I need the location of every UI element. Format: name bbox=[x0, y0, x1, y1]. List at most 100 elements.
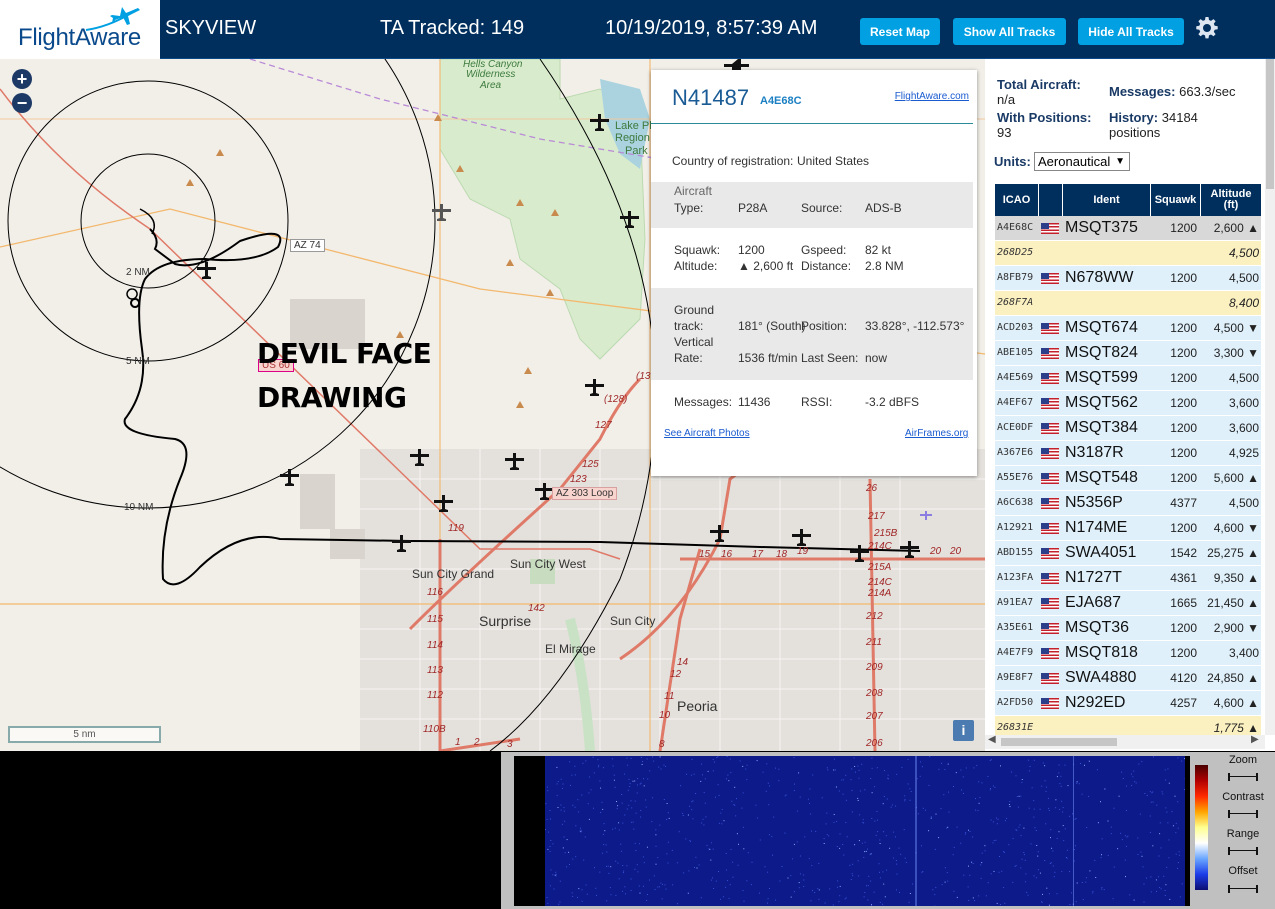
table-cell-icao: A4E569 bbox=[997, 372, 1034, 383]
table-row[interactable]: A4E68C MSQT375 1200 2,600 ▲ bbox=[995, 216, 1261, 241]
us-flag-icon bbox=[1041, 598, 1059, 609]
route-number: 2 bbox=[474, 737, 480, 748]
top-bar: FlightAware SKYVIEW TA Tracked: 149 10/1… bbox=[0, 0, 1275, 59]
contrast-slider[interactable] bbox=[1228, 810, 1258, 818]
table-cell-icao: ACE0DF bbox=[997, 422, 1034, 433]
table-cell-ident: N174ME bbox=[1065, 519, 1128, 536]
col-altitude[interactable]: Altitude (ft) bbox=[1201, 184, 1261, 216]
col-ident[interactable]: Ident bbox=[1063, 184, 1151, 216]
route-number: 3 bbox=[507, 739, 513, 750]
vrate-value: 1536 ft/min bbox=[738, 351, 798, 365]
table-cell-squawk: 4361 bbox=[1170, 571, 1197, 585]
zoom-in-button[interactable]: + bbox=[12, 69, 32, 89]
route-number: 20 bbox=[930, 546, 942, 557]
table-row[interactable]: A12921 N174ME 1200 4,600 ▼ bbox=[995, 516, 1261, 541]
source-label: Source: bbox=[801, 201, 843, 215]
table-row[interactable]: A4E569 MSQT599 1200 4,500 bbox=[995, 366, 1261, 391]
table-cell-altitude: 4,500 bbox=[1228, 246, 1259, 260]
us-flag-icon bbox=[1041, 398, 1059, 409]
zoom-slider[interactable] bbox=[1228, 773, 1258, 781]
table-cell-altitude: 8,400 bbox=[1228, 296, 1259, 310]
gspeed-value: 82 kt bbox=[865, 243, 892, 257]
place-label: Sun City bbox=[610, 614, 656, 628]
table-row[interactable]: 268D25 4,500 bbox=[995, 241, 1261, 266]
table-cell-altitude: 4,600 ▼ bbox=[1213, 521, 1259, 535]
table-row[interactable]: ABE105 MSQT824 1200 3,300 ▼ bbox=[995, 341, 1261, 366]
table-row[interactable]: A4E7F9 MSQT818 1200 3,400 bbox=[995, 641, 1261, 666]
table-row[interactable]: ACD203 MSQT674 1200 4,500 ▼ bbox=[995, 316, 1261, 341]
hide-all-tracks-button[interactable]: Hide All Tracks bbox=[1078, 18, 1184, 45]
scroll-left-icon[interactable]: ◀ bbox=[988, 734, 996, 745]
table-cell-altitude: 2,900 ▼ bbox=[1213, 621, 1259, 635]
table-cell-icao: A6C638 bbox=[997, 497, 1034, 508]
messages-rate-label: Messages: bbox=[1109, 84, 1176, 99]
flightaware-link[interactable]: FlightAware.com bbox=[895, 91, 969, 102]
table-cell-altitude: 5,600 ▲ bbox=[1213, 471, 1259, 485]
horizontal-scrollbar[interactable]: ◀ ▶ bbox=[985, 734, 1265, 749]
table-cell-squawk: 1200 bbox=[1170, 346, 1197, 360]
table-row[interactable]: A9E8F7 SWA4880 4120 24,850 ▲ bbox=[995, 666, 1261, 691]
table-cell-icao: 268F7A bbox=[997, 297, 1034, 308]
units-select[interactable]: Aeronautical ▼ bbox=[1034, 152, 1130, 171]
table-cell-squawk: 1200 bbox=[1170, 396, 1197, 410]
us-flag-icon bbox=[1041, 323, 1059, 334]
table-cell-icao: A367E6 bbox=[997, 447, 1034, 458]
table-row[interactable]: ABD155 SWA4051 1542 25,275 ▲ bbox=[995, 541, 1261, 566]
col-flag[interactable] bbox=[1039, 184, 1063, 216]
waterfall-display[interactable] bbox=[514, 756, 1190, 906]
table-row[interactable]: A6C638 N5356P 4377 4,500 bbox=[995, 491, 1261, 516]
route-number: (13 bbox=[636, 371, 651, 382]
route-number: 10 bbox=[659, 710, 671, 721]
vertical-scrollbar[interactable] bbox=[1265, 59, 1275, 735]
route-number: (128) bbox=[604, 394, 628, 405]
table-row[interactable]: A4EF67 MSQT562 1200 3,600 bbox=[995, 391, 1261, 416]
table-row[interactable]: A2FD50 N292ED 4257 4,600 ▲ bbox=[995, 691, 1261, 716]
route-number: 214C bbox=[868, 577, 892, 588]
table-row[interactable]: A91EA7 EJA687 1665 21,450 ▲ bbox=[995, 591, 1261, 616]
table-cell-altitude: 3,600 bbox=[1228, 396, 1259, 410]
gear-icon[interactable] bbox=[1195, 16, 1219, 40]
reset-map-button[interactable]: Reset Map bbox=[860, 18, 940, 45]
table-row[interactable]: A35E61 MSQT36 1200 2,900 ▼ bbox=[995, 616, 1261, 641]
table-row[interactable]: A55E76 MSQT548 1200 5,600 ▲ bbox=[995, 466, 1261, 491]
show-all-tracks-button[interactable]: Show All Tracks bbox=[953, 18, 1066, 45]
route-number: 214A bbox=[868, 588, 892, 599]
gspeed-label: Gspeed: bbox=[801, 243, 847, 257]
route-number: 217 bbox=[868, 511, 885, 522]
table-cell-ident: MSQT562 bbox=[1065, 394, 1138, 411]
table-cell-squawk: 1200 bbox=[1170, 646, 1197, 660]
rssi-label: RSSI: bbox=[801, 395, 833, 409]
total-aircraft-value: n/a bbox=[997, 92, 1016, 107]
table-row[interactable]: A8FB79 N678WW 1200 4,500 bbox=[995, 266, 1261, 291]
range-slider[interactable] bbox=[1228, 847, 1258, 855]
place-label: Sun City West bbox=[510, 557, 586, 571]
col-squawk[interactable]: Squawk bbox=[1151, 184, 1201, 216]
flightaware-logo[interactable]: FlightAware bbox=[0, 0, 160, 59]
airframes-link[interactable]: AirFrames.org bbox=[905, 428, 968, 439]
table-cell-ident: MSQT384 bbox=[1065, 419, 1138, 436]
col-icao[interactable]: ICAO bbox=[995, 184, 1039, 216]
history: History: 34184 positions bbox=[1109, 110, 1198, 140]
scroll-right-icon[interactable]: ▶ bbox=[1251, 734, 1259, 745]
scroll-thumb[interactable] bbox=[1266, 59, 1274, 189]
offset-slider[interactable] bbox=[1228, 885, 1258, 893]
table-row[interactable]: A123FA N1727T 4361 9,350 ▲ bbox=[995, 566, 1261, 591]
aircraft-type-label-2: Type: bbox=[674, 201, 704, 215]
zoom-out-button[interactable]: − bbox=[12, 93, 32, 113]
table-row[interactable]: 268F7A 8,400 bbox=[995, 291, 1261, 316]
route-number: 127 bbox=[595, 420, 612, 431]
place-label: Region bbox=[615, 132, 650, 144]
table-cell-icao: A9E8F7 bbox=[997, 672, 1034, 683]
logo-text: FlightAware bbox=[18, 24, 141, 51]
table-row[interactable]: A367E6 N3187R 1200 4,925 bbox=[995, 441, 1261, 466]
scroll-thumb[interactable] bbox=[1001, 738, 1117, 746]
aircraft-photos-link[interactable]: See Aircraft Photos bbox=[664, 428, 750, 439]
rssi-value: -3.2 dBFS bbox=[865, 395, 920, 409]
table-cell-ident: EJA687 bbox=[1065, 594, 1122, 611]
country-label: Country of registration: bbox=[672, 154, 794, 168]
info-icon[interactable]: i bbox=[953, 720, 974, 741]
route-number: 112 bbox=[427, 690, 443, 701]
table-cell-altitude: 3,600 bbox=[1228, 421, 1259, 435]
offset-label: Offset bbox=[1228, 865, 1258, 877]
table-row[interactable]: ACE0DF MSQT384 1200 3,600 bbox=[995, 416, 1261, 441]
